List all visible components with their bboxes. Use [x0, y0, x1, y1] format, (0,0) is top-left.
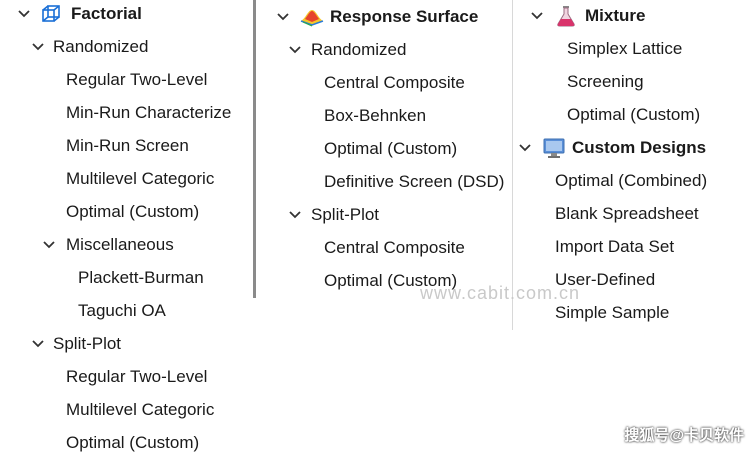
- tree-item-label: Box-Behnken: [324, 106, 427, 125]
- tree-node-label: Randomized: [53, 37, 149, 56]
- tree-item-label: Definitive Screen (DSD): [324, 172, 505, 191]
- tree-item-label: Min-Run Characterize: [66, 103, 232, 122]
- watermark-credit: 搜狐号@卡贝软件: [624, 427, 744, 444]
- tree-item-label: Central Composite: [324, 238, 465, 257]
- tree-node-label: Response Surface: [330, 7, 479, 26]
- tree-item-label: Plackett-Burman: [78, 268, 204, 287]
- tree-item-label: Import Data Set: [555, 237, 675, 256]
- tree-node-label: Factorial: [71, 4, 142, 23]
- chevron-down-icon[interactable]: [276, 10, 290, 24]
- tree-item-label: Optimal (Custom): [324, 139, 458, 158]
- tree-item-label: Screening: [567, 72, 644, 91]
- watermark-url: www.cabit.com.cn: [420, 283, 581, 303]
- tree-item-label: Optimal (Combined): [555, 171, 708, 190]
- chevron-down-icon[interactable]: [288, 43, 302, 57]
- tree-item-label: Optimal (Custom): [567, 105, 701, 124]
- tree-item-label: Regular Two-Level: [66, 367, 208, 386]
- column-separator-right: [512, 0, 513, 330]
- tree-node-label: Split-Plot: [53, 334, 122, 353]
- chevron-down-icon[interactable]: [31, 40, 45, 54]
- tree-item-label: Multilevel Categoric: [66, 400, 215, 419]
- flask-icon: [555, 5, 577, 27]
- monitor-icon: [543, 137, 565, 159]
- tree-node-label: Mixture: [585, 6, 646, 25]
- tree-item-label: Min-Run Screen: [66, 136, 189, 155]
- tree-item-label: Central Composite: [324, 73, 465, 92]
- surface-icon: [300, 6, 324, 28]
- tree-item-label: Simplex Lattice: [567, 39, 683, 58]
- chevron-down-icon[interactable]: [17, 7, 31, 21]
- chevron-down-icon[interactable]: [518, 141, 532, 155]
- tree-item-label: Taguchi OA: [78, 301, 166, 320]
- tree-item-label: Regular Two-Level: [66, 70, 208, 89]
- tree-item-label: Optimal (Custom): [66, 433, 200, 452]
- tree-item-label: Optimal (Custom): [66, 202, 200, 221]
- tree-item-label: Blank Spreadsheet: [555, 204, 699, 223]
- column-separator-left: [253, 0, 256, 298]
- tree-node-label: Custom Designs: [572, 138, 707, 157]
- cube-icon: [40, 3, 62, 25]
- chevron-down-icon[interactable]: [31, 337, 45, 351]
- chevron-down-icon[interactable]: [288, 208, 302, 222]
- tree-node-label: Split-Plot: [311, 205, 380, 224]
- tree-node-label: Miscellaneous: [66, 235, 174, 254]
- tree-item-label: Multilevel Categoric: [66, 169, 215, 188]
- tree-node-label: Randomized: [311, 40, 407, 59]
- chevron-down-icon[interactable]: [530, 9, 544, 23]
- chevron-down-icon[interactable]: [42, 238, 56, 252]
